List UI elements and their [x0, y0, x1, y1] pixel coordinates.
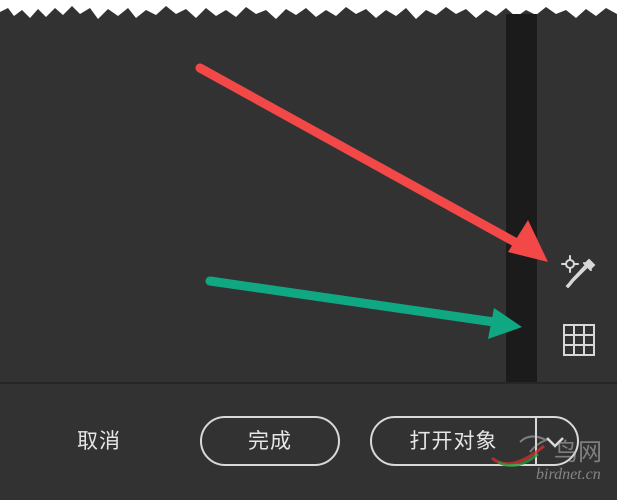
- preview-canvas: [0, 0, 506, 382]
- panel-splitter[interactable]: [506, 14, 537, 382]
- eyedropper-icon: [561, 255, 596, 289]
- cancel-button[interactable]: 取消: [58, 418, 140, 464]
- chevron-down-icon: [546, 437, 564, 448]
- eyedropper-tool-button[interactable]: [557, 252, 601, 296]
- done-button[interactable]: 完成: [200, 416, 340, 466]
- grid-tool-button[interactable]: [557, 318, 601, 362]
- open-object-button[interactable]: 打开对象: [372, 418, 535, 464]
- open-object-split-button: 打开对象: [370, 416, 579, 466]
- open-object-dropdown[interactable]: [537, 418, 577, 464]
- screenshot: 取消 完成 打开对象 鸟网 birdnet.cn: [0, 0, 617, 500]
- grid-icon: [563, 324, 595, 356]
